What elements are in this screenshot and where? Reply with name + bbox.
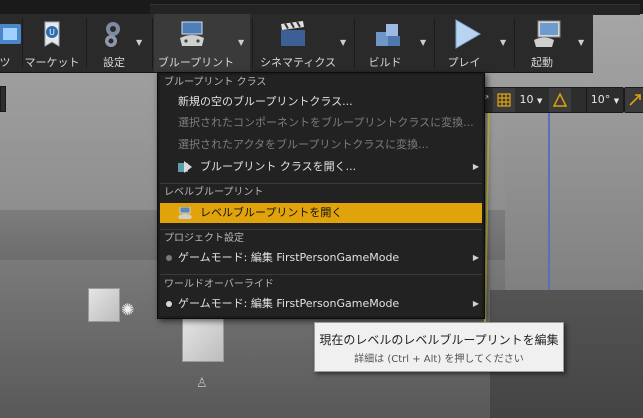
open-blueprint-icon <box>178 161 192 173</box>
toolbar-separator <box>252 18 253 68</box>
cube-actor[interactable] <box>88 288 120 322</box>
rotation-snap-value-box[interactable]: 10° ▼ <box>586 87 624 113</box>
launch-monitor-icon <box>534 20 561 47</box>
clapperboard-icon <box>281 21 305 46</box>
section-header-world-override: ワールドオーバーライド <box>164 279 274 290</box>
blueprints-label: ブループリント <box>157 56 235 69</box>
tooltip-title: 現在のレベルのレベルブループリントを編集 <box>319 333 559 347</box>
blueprints-dropdown-arrow[interactable]: ▼ <box>238 38 244 47</box>
menu-divider <box>160 274 482 275</box>
svg-text:U: U <box>49 28 55 37</box>
scale-snap-toggle[interactable] <box>624 87 643 113</box>
grid-snap-toggle[interactable] <box>493 88 515 112</box>
section-header-project-settings: プロジェクト設定 <box>164 233 244 244</box>
menu-item-open-level-blueprint[interactable]: レベルブループリントを開く <box>160 203 482 223</box>
menu-divider <box>160 229 482 230</box>
section-header-level-blueprint: レベルブループリント <box>164 187 264 198</box>
build-dropdown-arrow[interactable]: ▼ <box>420 38 426 47</box>
main-toolbar: ツ U マーケット ▼ 設定 ▼ ブループリント ▼ シネマティクス ▼ ビルド… <box>0 14 593 73</box>
chevron-down-icon: ▼ <box>613 97 620 105</box>
cube-actor[interactable] <box>182 318 224 362</box>
menu-item-open-blueprint-class[interactable]: ブループリント クラスを開く... ▶ <box>160 157 482 177</box>
menu-item-label: 選択されたコンポーネントをブループリントクラスに変換... <box>178 116 474 129</box>
settings-button[interactable]: ▼ 設定 <box>88 14 150 72</box>
play-dropdown-arrow[interactable]: ▼ <box>500 38 506 47</box>
tooltip: 現在のレベルのレベルブループリントを編集 詳細は (Ctrl + Alt) を押… <box>314 322 564 372</box>
menu-item-convert-actors: 選択されたアクタをブループリントクラスに変換... <box>160 135 482 155</box>
viewport-edge-line <box>548 110 550 290</box>
light-source-icon[interactable]: ✺ <box>121 300 141 320</box>
section-header-blueprint-class: ブループリント クラス <box>164 77 267 88</box>
rotation-snap-value[interactable]: 10° ▼ <box>587 88 623 112</box>
toolbar-separator <box>86 18 87 68</box>
menu-item-label: ゲームモード: 編集 FirstPersonGameMode <box>178 251 400 264</box>
gear-icon <box>105 22 120 47</box>
menu-item-label: 選択されたアクタをブループリントクラスに変換... <box>178 138 429 151</box>
cinematics-label: シネマティクス <box>259 56 336 69</box>
viewport-options-button[interactable] <box>0 86 6 112</box>
cinematics-button[interactable]: ▼ シネマティクス <box>254 14 352 72</box>
level-blueprint-icon <box>178 207 192 219</box>
blueprint-controller-icon <box>180 21 204 46</box>
rotation-snap-toggle[interactable] <box>549 88 571 112</box>
submenu-arrow-icon: ▶ <box>472 253 479 262</box>
content-button[interactable]: ツ <box>0 14 21 72</box>
marketplace-label: マーケット <box>24 56 80 69</box>
toolbar-separator <box>514 18 515 68</box>
blueprints-dropdown-menu: ブループリント クラス 新規の空のブループリントクラス... 選択されたコンポー… <box>157 72 485 319</box>
toolbar-separator <box>434 18 435 68</box>
build-button[interactable]: ▼ ビルド <box>356 14 432 72</box>
menu-item-label: 新規の空のブループリントクラス... <box>178 95 353 108</box>
menu-divider <box>160 183 482 184</box>
toolbar-separator <box>354 18 355 68</box>
build-label: ビルド <box>368 56 402 69</box>
launch-button[interactable]: ▼ 起動 <box>516 14 592 72</box>
submenu-arrow-icon: ▶ <box>472 299 479 308</box>
menu-item-world-gamemode[interactable]: ゲームモード: 編集 FirstPersonGameMode ▶ <box>160 294 482 314</box>
rotation-snap-value-text: 10° <box>590 93 611 106</box>
settings-label: 設定 <box>103 56 125 69</box>
menu-item-label: ゲームモード: 編集 FirstPersonGameMode <box>178 297 400 310</box>
gamemode-dot-icon <box>166 301 172 307</box>
content-label: ツ <box>0 56 11 69</box>
launch-dropdown-arrow[interactable]: ▼ <box>578 38 584 47</box>
grid-snap-value[interactable]: 10 ▼ <box>517 88 545 112</box>
cinematics-dropdown-arrow[interactable]: ▼ <box>340 38 346 47</box>
play-label: プレイ <box>447 56 481 69</box>
menu-item-label: レベルブループリントを開く <box>200 206 343 219</box>
player-start-icon[interactable]: ♙ <box>196 376 212 392</box>
submenu-arrow-icon: ▶ <box>472 162 479 171</box>
marketplace-button[interactable]: U マーケット <box>24 14 80 72</box>
rotation-snap-icon <box>552 92 568 107</box>
gamemode-dot-icon <box>166 255 172 261</box>
blueprints-button[interactable]: ▼ ブループリント <box>154 14 250 72</box>
menu-item-label: ブループリント クラスを開く... <box>200 160 357 173</box>
menu-body: ブループリント クラス 新規の空のブループリントクラス... 選択されたコンポー… <box>160 75 482 316</box>
snap-toolbar: ⤢ 10 ▼ <box>476 87 588 113</box>
toolbar-separator <box>152 18 153 68</box>
viewport-right-wall <box>505 110 643 310</box>
rotation-value-spacer <box>573 88 587 112</box>
title-strip <box>0 0 643 15</box>
grid-snap-value-text: 10 <box>519 93 534 106</box>
tooltip-hint: 詳細は (Ctrl + Alt) を押してください <box>354 354 524 365</box>
settings-dropdown-arrow[interactable]: ▼ <box>136 38 142 47</box>
scale-snap-icon <box>629 94 641 106</box>
marketplace-icon: U <box>44 21 60 47</box>
grid-icon <box>497 93 511 107</box>
toolbar-separator <box>22 18 23 68</box>
chevron-down-icon: ▼ <box>537 97 543 105</box>
play-button[interactable]: ▼ プレイ <box>436 14 512 72</box>
launch-label: 起動 <box>531 56 553 69</box>
build-blocks-icon <box>376 24 400 46</box>
menu-item-convert-components: 選択されたコンポーネントをブループリントクラスに変換... <box>160 113 482 133</box>
menu-item-project-gamemode[interactable]: ゲームモード: 編集 FirstPersonGameMode ▶ <box>160 248 482 268</box>
menu-item-new-empty-blueprint[interactable]: 新規の空のブループリントクラス... <box>160 92 482 112</box>
play-icon <box>455 19 481 49</box>
